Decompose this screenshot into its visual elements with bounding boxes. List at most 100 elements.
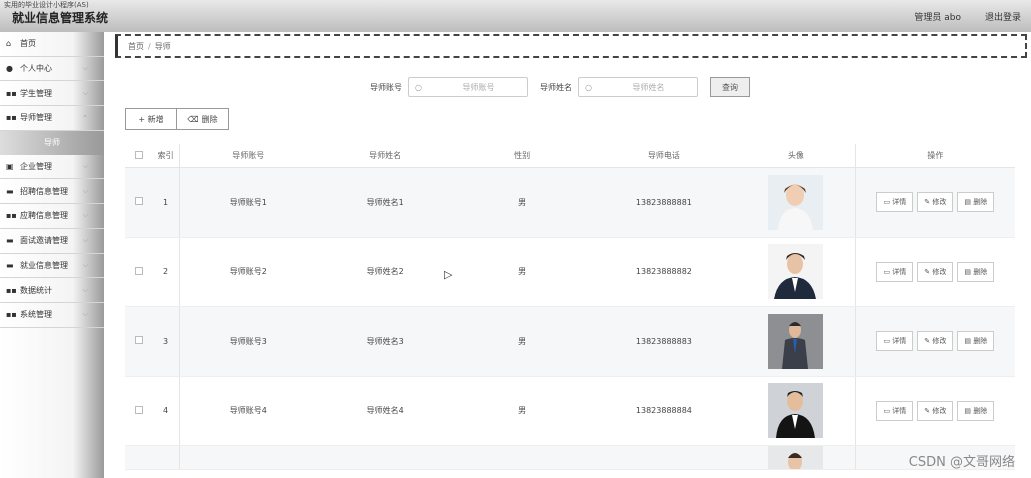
app-title: 就业信息管理系统 <box>12 11 109 25</box>
row-checkbox[interactable] <box>125 266 152 277</box>
delete-button[interactable]: ▤ 删除 <box>957 331 995 352</box>
current-user: 管理员 abo <box>914 13 961 23</box>
chat-icon: ▬ <box>6 236 14 246</box>
delete-label: 删除 <box>973 198 988 207</box>
edit-label: 修改 <box>932 337 947 346</box>
cell-index: 3 <box>152 307 180 376</box>
add-button[interactable]: + 新增 <box>125 108 177 130</box>
sidebar-item-label: 首页 <box>20 39 36 49</box>
cell-operations: ▭ 详情 ✎ 修改 ▤ 删除 <box>854 237 1015 306</box>
header-index: 索引 <box>152 144 180 167</box>
tutor-name-placeholder: 导师姓名 <box>632 82 665 92</box>
user-icon: ● <box>6 64 13 74</box>
sidebar-subitem-tutor[interactable]: 导师 <box>0 130 104 155</box>
top-header: 实用的毕业设计小程序(AS) 就业信息管理系统 管理员 abo 退出登录 <box>0 0 1031 32</box>
sidebar-item-interviews[interactable]: ▬ 面试邀请管理 ⌵ <box>0 229 104 254</box>
sidebar-item-profile[interactable]: ● 个人中心 ⌵ <box>0 57 104 82</box>
sidebar-item-employment[interactable]: ▬ 就业信息管理 ⌵ <box>0 254 104 279</box>
mouse-cursor-icon: ▷ <box>444 268 453 281</box>
cell-phone: 13823888884 <box>635 406 692 416</box>
edit-icon: ✎ <box>924 267 933 276</box>
action-bar: + 新增 ⌫ 删除 <box>125 108 229 130</box>
sidebar-item-label: 个人中心 <box>20 64 52 74</box>
avatar <box>768 244 824 300</box>
avatar <box>768 174 824 230</box>
edit-button[interactable]: ✎ 修改 <box>917 261 954 282</box>
sidebar-item-home[interactable]: ⌂ 首页 <box>0 32 104 57</box>
cell-account: 导师账号4 <box>229 406 267 416</box>
cell-index-partial <box>152 446 180 469</box>
trash-icon: ⌫ <box>187 114 199 124</box>
breadcrumb-home[interactable]: 首页 <box>128 41 144 52</box>
cell-avatar-partial <box>737 446 854 469</box>
delete-label: 删除 <box>973 406 988 415</box>
search-icon: ○ <box>585 82 592 92</box>
grid-icon: ▪▪ <box>6 285 17 295</box>
row-checkbox[interactable] <box>125 197 152 207</box>
cell-operations: ▭ 详情 ✎ 修改 ▤ 删除 <box>854 168 1015 237</box>
tutor-account-placeholder: 导师账号 <box>462 82 495 92</box>
tutor-name-input[interactable]: ○ 导师姓名 <box>578 77 698 97</box>
cell-gender: 男 <box>518 336 527 346</box>
delete-button[interactable]: ▤ 删除 <box>957 192 995 213</box>
chevron-down-icon: ⌵ <box>82 285 88 294</box>
header-name: 导师姓名 <box>369 151 402 160</box>
cell-avatar <box>737 174 854 230</box>
chevron-down-icon: ⌵ <box>82 162 88 171</box>
trash-icon: ▤ <box>964 198 974 207</box>
sidebar-item-label: 学生管理 <box>20 88 52 98</box>
cell-account: 导师账号3 <box>229 336 267 346</box>
delete-button[interactable]: ▤ 删除 <box>957 400 995 421</box>
cell-name: 导师姓名2 <box>366 267 404 277</box>
trash-icon: ▤ <box>964 337 974 346</box>
row-checkbox[interactable] <box>125 405 152 416</box>
edit-button[interactable]: ✎ 修改 <box>917 331 954 352</box>
breadcrumb-separator: / <box>148 41 151 51</box>
sidebar-item-system[interactable]: ▪▪ 系统管理 ⌵ <box>0 303 104 328</box>
select-all-checkbox[interactable] <box>125 150 152 161</box>
cell-gender: 男 <box>518 197 527 207</box>
cell-phone: 13823888883 <box>635 336 692 346</box>
search-icon: ○ <box>415 82 422 92</box>
tutor-account-input[interactable]: ○ 导师账号 <box>408 77 528 97</box>
header-avatar: 头像 <box>787 151 804 160</box>
detail-icon: ▭ <box>883 198 893 207</box>
sidebar-item-recruitment[interactable]: ▬ 招聘信息管理 ⌵ <box>0 179 104 205</box>
detail-icon: ▭ <box>883 337 893 346</box>
query-button[interactable]: 查询 <box>710 77 750 97</box>
row-checkbox[interactable] <box>125 336 152 346</box>
sidebar-item-statistics[interactable]: ▪▪ 数据统计 ⌵ <box>0 278 104 303</box>
edit-button[interactable]: ✎ 修改 <box>917 400 954 421</box>
table-header: 索引 导师账号 导师姓名 性别 导师电话 头像 操作 <box>125 144 1015 168</box>
edit-icon: ✎ <box>924 337 933 346</box>
delete-button[interactable]: ▤ 删除 <box>957 261 995 282</box>
sidebar-item-companies[interactable]: ▣ 企业管理 ⌵ <box>0 155 104 180</box>
batch-delete-button[interactable]: ⌫ 删除 <box>177 108 229 130</box>
cell-phone: 13823888881 <box>635 197 692 207</box>
tutor-account-label: 导师账号 <box>370 82 402 92</box>
cell-index: 1 <box>152 168 180 237</box>
detail-button[interactable]: ▭ 详情 <box>876 331 914 352</box>
breadcrumb: 首页 / 导师 <box>115 34 1027 58</box>
table-row-partial <box>125 446 1015 470</box>
batch-delete-label: 删除 <box>201 114 218 124</box>
chevron-down-icon: ⌵ <box>82 186 88 195</box>
sidebar-item-tutors[interactable]: ▪▪ 导师管理 ⌃ <box>0 106 104 131</box>
detail-button[interactable]: ▭ 详情 <box>876 192 914 213</box>
detail-button[interactable]: ▭ 详情 <box>876 261 914 282</box>
logout-link[interactable]: 退出登录 <box>985 10 1021 23</box>
edit-button[interactable]: ✎ 修改 <box>917 192 954 213</box>
sidebar-item-students[interactable]: ▪▪ 学生管理 ⌵ <box>0 81 104 107</box>
detail-button[interactable]: ▭ 详情 <box>876 400 914 421</box>
cell-account: 导师账号2 <box>229 267 267 277</box>
sidebar-item-applications[interactable]: ▪▪ 应聘信息管理 ⌵ <box>0 204 104 229</box>
edit-icon: ✎ <box>924 406 933 415</box>
delete-label: 删除 <box>973 337 988 346</box>
chevron-down-icon: ⌵ <box>82 88 88 97</box>
search-bar: 导师账号 ○ 导师账号 导师姓名 ○ 导师姓名 查询 <box>370 77 750 97</box>
sidebar-item-label: 导师管理 <box>20 113 52 123</box>
edit-label: 修改 <box>932 267 947 276</box>
edit-label: 修改 <box>932 406 947 415</box>
cell-account: 导师账号1 <box>229 197 267 207</box>
grid-icon: ▪▪ <box>6 113 17 123</box>
